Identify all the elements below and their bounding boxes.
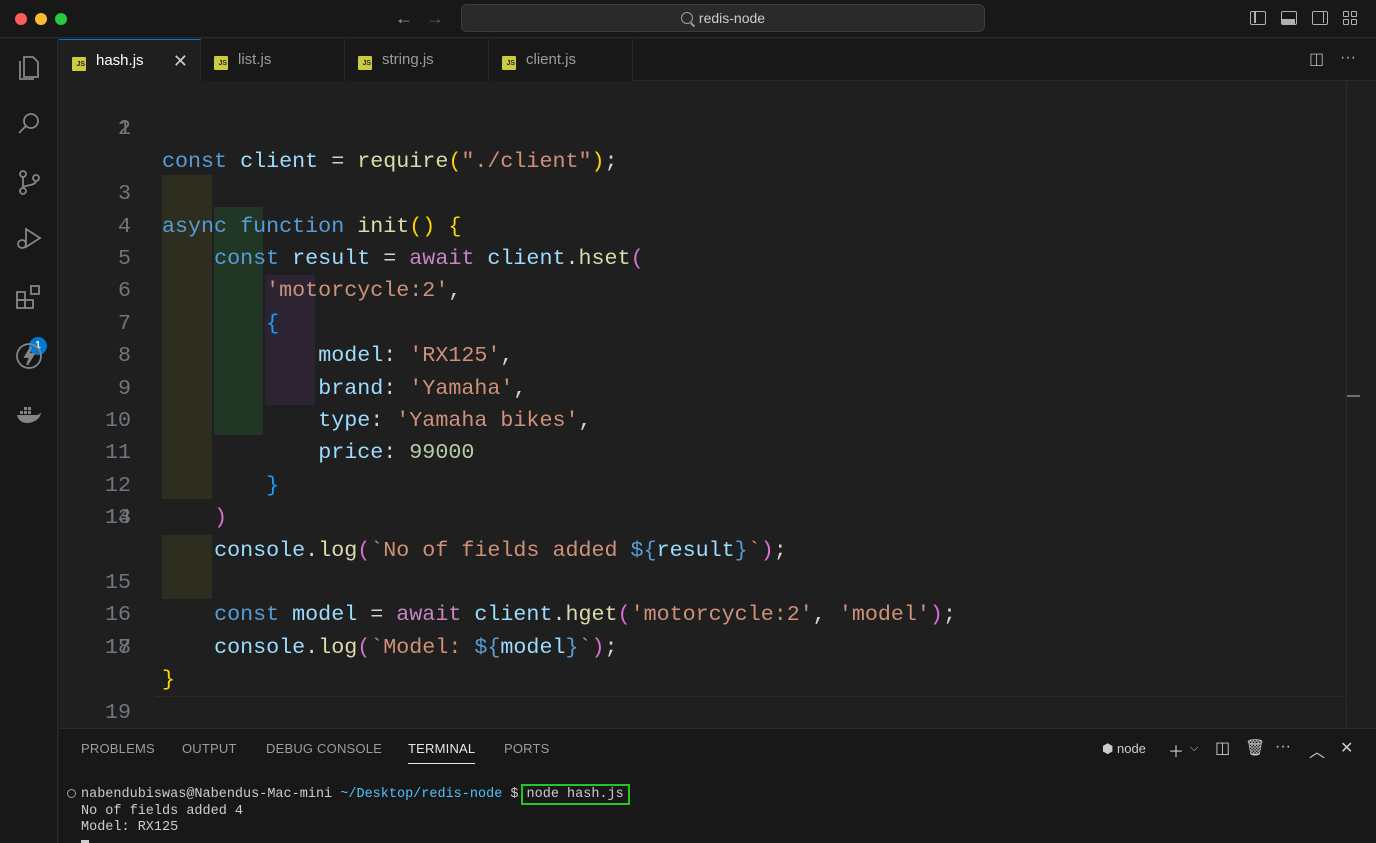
line-number: 18 bbox=[104, 634, 131, 660]
split-editor-icon[interactable]: ◫ bbox=[1309, 49, 1324, 69]
terminal-command: node hash.js bbox=[520, 784, 630, 805]
code-line: 20 bbox=[59, 697, 1360, 728]
tab-problems[interactable]: PROBLEMS bbox=[81, 741, 155, 756]
activity-bar: 1 bbox=[0, 39, 58, 843]
toggle-secondary-sidebar-icon[interactable] bbox=[1312, 11, 1328, 25]
terminal-output-line: Model: RX125 bbox=[81, 820, 179, 835]
code-line: 12 ) bbox=[59, 437, 1360, 530]
code-line: 17 } bbox=[59, 599, 1360, 692]
code-line: 14 bbox=[59, 502, 1360, 534]
tab-label: list.js bbox=[238, 51, 272, 68]
tab-output[interactable]: OUTPUT bbox=[182, 741, 237, 756]
tab-hash-js[interactable]: JS hash.js ✕ bbox=[59, 39, 201, 82]
node-terminal-icon: ⬢ bbox=[1102, 741, 1114, 756]
code-editor[interactable]: 1 const client = require("./client"); 2 … bbox=[59, 81, 1360, 728]
code-line: 5 'motorcycle:2', bbox=[59, 211, 1360, 303]
code-line: 16 console.log(`Model: ${model}`); bbox=[59, 567, 1360, 659]
workspace-name: redis-node bbox=[698, 10, 766, 26]
tab-terminal[interactable]: TERMINAL bbox=[408, 741, 476, 764]
editor-tab-bar: JS hash.js ✕ JS list.js JS string.js JS clie… bbox=[59, 39, 1376, 82]
code-line: 19 init(); bbox=[59, 664, 1360, 725]
new-terminal-icon[interactable]: ＋ bbox=[1168, 738, 1184, 762]
close-window-button[interactable] bbox=[15, 13, 27, 25]
forward-arrow-icon[interactable]: → bbox=[426, 8, 444, 28]
code-line: 18 bbox=[59, 632, 1360, 664]
source-control-icon[interactable] bbox=[14, 167, 44, 197]
tab-ports[interactable]: PORTS bbox=[504, 741, 550, 756]
files-icon[interactable] bbox=[14, 51, 44, 81]
terminal-cursor bbox=[81, 839, 89, 843]
tab-label: string.js bbox=[382, 51, 434, 68]
customize-layout-icon[interactable] bbox=[1343, 11, 1359, 25]
code-line: 3 async function init() { bbox=[59, 146, 1360, 238]
code-line: 6 { bbox=[59, 243, 1360, 335]
tab-client-js[interactable]: JS client.js bbox=[489, 39, 633, 81]
maximize-window-button[interactable] bbox=[55, 13, 67, 25]
command-center-search[interactable]: redis-node bbox=[461, 4, 985, 32]
close-tab-icon[interactable]: ✕ bbox=[173, 40, 188, 82]
code-line: 7 model: 'RX125', bbox=[59, 275, 1360, 368]
code-line: 15 const model = await client.hget('moto… bbox=[59, 535, 1360, 627]
javascript-file-icon: JS bbox=[214, 56, 228, 70]
code-line: 4 const result = await client.hset( bbox=[59, 178, 1360, 271]
back-arrow-icon[interactable]: ← bbox=[395, 8, 413, 28]
bottom-panel: PROBLEMS OUTPUT DEBUG CONSOLE TERMINAL P… bbox=[59, 728, 1376, 843]
terminal-dropdown-icon[interactable]: ⌵ bbox=[1190, 742, 1198, 755]
search-icon bbox=[680, 12, 693, 24]
code-line: 10 price: 99000 bbox=[59, 373, 1360, 465]
more-actions-icon[interactable]: ··· bbox=[1340, 49, 1356, 67]
terminal-name: node bbox=[1116, 741, 1146, 756]
terminal-prompt-symbol: $ bbox=[510, 787, 519, 802]
run-debug-icon[interactable] bbox=[14, 223, 44, 253]
command-status-icon bbox=[67, 789, 76, 798]
terminal-selector[interactable]: ⬢ node bbox=[1102, 741, 1146, 757]
tab-list-js[interactable]: JS list.js bbox=[201, 39, 345, 81]
line-number: 14 bbox=[104, 505, 131, 531]
kill-terminal-icon[interactable]: 🗑 bbox=[1245, 738, 1265, 758]
editor-scrollbar[interactable] bbox=[1346, 81, 1360, 728]
title-bar: ← → redis-node bbox=[0, 0, 1376, 38]
toggle-primary-sidebar-icon[interactable] bbox=[1250, 11, 1266, 25]
docker-icon[interactable] bbox=[14, 399, 44, 429]
terminal-path: ~/Desktop/redis-node bbox=[340, 787, 503, 802]
more-actions-icon[interactable]: ··· bbox=[1275, 738, 1291, 756]
maximize-panel-icon[interactable]: ︿ bbox=[1309, 738, 1325, 762]
code-line: 8 brand: 'Yamaha', bbox=[59, 308, 1360, 400]
terminal-user-host: nabendubiswas@Nabendus-Mac-mini bbox=[81, 787, 333, 802]
javascript-file-icon: JS bbox=[72, 57, 86, 71]
tab-string-js[interactable]: JS string.js bbox=[345, 39, 489, 81]
line-number: 2 bbox=[117, 116, 131, 142]
tab-debug-console[interactable]: DEBUG CONSOLE bbox=[266, 741, 382, 756]
terminal-output[interactable]: nabendubiswas@Nabendus-Mac-mini ~/Deskto… bbox=[81, 784, 630, 843]
javascript-file-icon: JS bbox=[358, 56, 372, 70]
code-line: 9 type: 'Yamaha bikes', bbox=[59, 340, 1360, 433]
extensions-icon[interactable] bbox=[14, 283, 44, 313]
search-icon[interactable] bbox=[14, 109, 44, 139]
minimize-window-button[interactable] bbox=[35, 13, 47, 25]
tab-label: hash.js bbox=[96, 52, 144, 69]
lightning-icon[interactable] bbox=[14, 341, 44, 371]
code-line: 11 } bbox=[59, 405, 1360, 497]
terminal-output-line: No of fields added 4 bbox=[81, 803, 244, 819]
toggle-panel-icon[interactable] bbox=[1281, 11, 1297, 25]
code-line: 1 const client = require("./client"); bbox=[59, 81, 1360, 173]
javascript-file-icon: JS bbox=[502, 56, 516, 70]
code-line: 2 bbox=[59, 113, 1360, 145]
split-terminal-icon[interactable]: ◫ bbox=[1215, 738, 1230, 758]
code-line: 13 console.log(`No of fields added ${res… bbox=[59, 470, 1360, 562]
close-panel-icon[interactable]: ✕ bbox=[1340, 738, 1353, 758]
tab-label: client.js bbox=[526, 51, 577, 68]
